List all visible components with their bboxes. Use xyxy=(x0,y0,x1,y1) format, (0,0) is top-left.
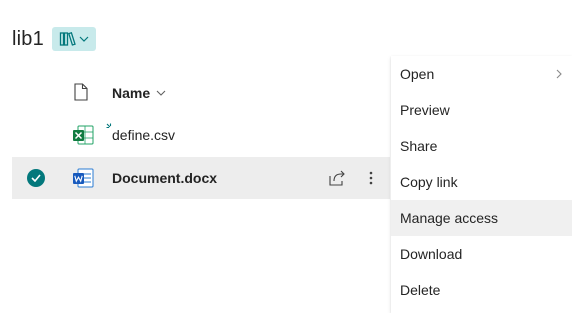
word-file-icon xyxy=(72,168,94,193)
menu-item-label: Delete xyxy=(400,282,441,298)
menu-item-label: Open xyxy=(400,66,435,82)
menu-item-share[interactable]: Share xyxy=(391,128,572,164)
excel-file-icon xyxy=(72,125,94,150)
menu-item-download[interactable]: Download xyxy=(391,236,572,272)
library-title: lib1 xyxy=(12,27,44,50)
menu-item-label: Download xyxy=(400,246,463,262)
view-options-button[interactable] xyxy=(51,27,96,51)
column-header-row: Name xyxy=(12,74,390,112)
file-name-link[interactable]: Document.docx xyxy=(112,157,217,199)
table-row[interactable]: define.csv xyxy=(12,114,390,156)
name-column-label: Name xyxy=(112,85,151,101)
file-type-column-icon[interactable] xyxy=(74,83,88,106)
more-actions-icon[interactable] xyxy=(368,169,374,192)
menu-item-manage-access[interactable]: Manage access xyxy=(391,200,572,236)
menu-item-open[interactable]: Open xyxy=(391,56,572,92)
menu-item-label: Manage access xyxy=(400,210,499,226)
menu-item-label: Share xyxy=(400,138,438,154)
chevron-right-icon xyxy=(556,69,562,79)
menu-item-preview[interactable]: Preview xyxy=(391,92,572,128)
share-icon[interactable] xyxy=(328,169,346,192)
library-icon xyxy=(59,31,76,46)
menu-item-delete[interactable]: Delete xyxy=(391,272,572,308)
chevron-down-icon xyxy=(79,36,89,42)
table-row[interactable]: Document.docx xyxy=(12,157,390,199)
file-name-link[interactable]: define.csv xyxy=(112,114,175,156)
menu-item-copy-link[interactable]: Copy link xyxy=(391,164,572,200)
row-selected-checkmark-icon[interactable] xyxy=(27,169,45,187)
name-column-header[interactable]: Name xyxy=(112,74,166,112)
menu-item-label: Copy link xyxy=(400,174,458,190)
chevron-down-icon xyxy=(156,90,166,96)
library-header: lib1 xyxy=(12,22,96,56)
menu-item-label: Preview xyxy=(400,102,450,118)
context-menu: Open Preview Share Copy link Manage acce… xyxy=(391,56,572,313)
